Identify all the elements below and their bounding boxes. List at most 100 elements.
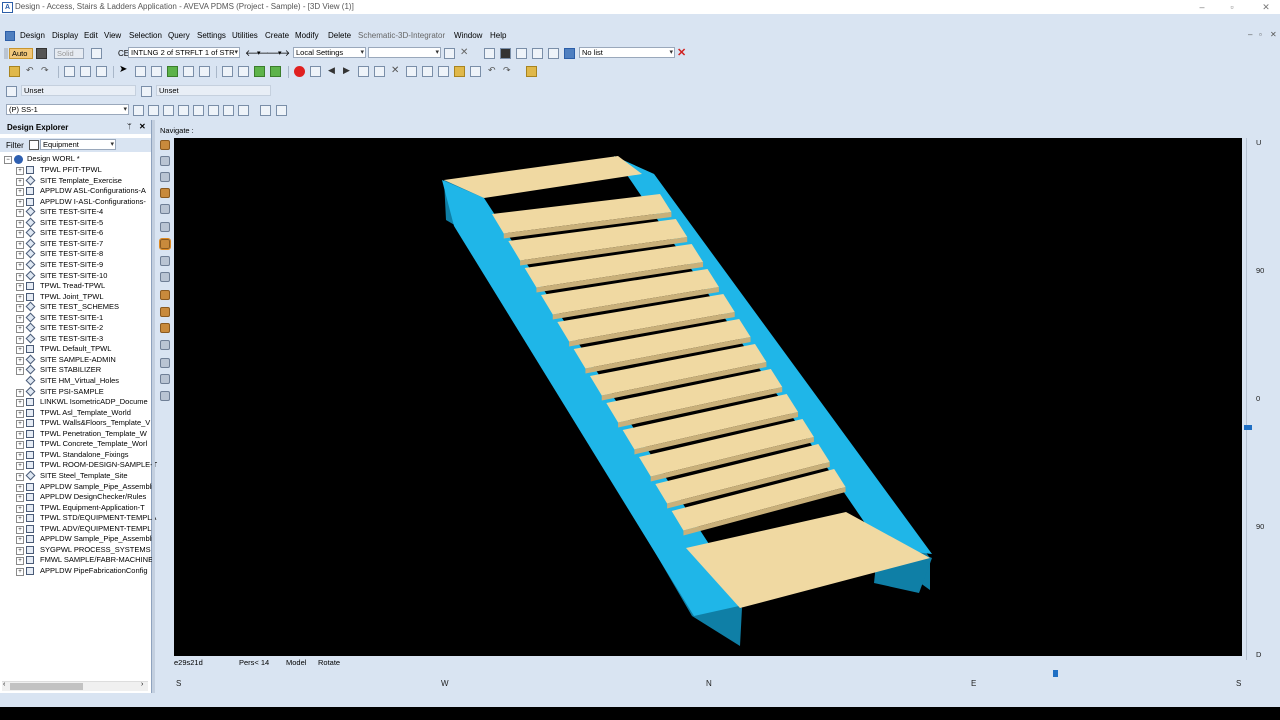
copy-icon[interactable]	[484, 48, 495, 59]
tree-item[interactable]: + TPWL STD/EQUIPMENT-TEMPLA	[0, 513, 156, 524]
expand-icon[interactable]: +	[16, 240, 24, 249]
expand-icon[interactable]: +	[16, 483, 24, 492]
steel-grating-icon[interactable]	[276, 105, 287, 116]
expand-icon[interactable]: +	[16, 209, 24, 218]
filter-select[interactable]: Equipment ▾	[40, 139, 116, 150]
grid-icon[interactable]	[64, 66, 75, 77]
panel-icon[interactable]	[470, 66, 481, 77]
window-tile-icon[interactable]	[548, 48, 559, 59]
scroll-left-icon[interactable]: ‹	[3, 681, 5, 688]
expand-icon[interactable]: +	[16, 462, 24, 471]
current-element-field[interactable]: INTLNG 2 of STRFLT 1 of STR ▾	[128, 47, 240, 58]
expand-icon[interactable]: +	[16, 504, 24, 513]
expand-icon[interactable]: +	[16, 314, 24, 323]
tree-root[interactable]: − Design WORL *	[0, 154, 151, 165]
settings-icon[interactable]	[160, 374, 170, 384]
tree-item[interactable]: SITE HM_Virtual_Holes	[0, 375, 151, 387]
list-select[interactable]: No list ▾	[579, 47, 675, 58]
pan-icon[interactable]	[160, 256, 170, 266]
tree-item[interactable]: + APPLDW DesignChecker/Rules	[0, 492, 151, 503]
document-2-icon[interactable]	[141, 86, 152, 97]
tree-item[interactable]: + TPWL Default_TPWL	[0, 344, 151, 355]
view-options-icon[interactable]	[160, 391, 170, 401]
3d-viewport[interactable]	[174, 138, 1242, 656]
tree-item[interactable]: + APPLDW Sample_Pipe_Assembli	[0, 482, 153, 493]
expand-icon[interactable]: +	[16, 441, 24, 450]
expand-icon[interactable]: +	[16, 356, 24, 365]
tree-item[interactable]: + TPWL PFIT-TPWL	[0, 165, 151, 176]
menu-window[interactable]: Window	[454, 31, 482, 40]
menu-edit[interactable]: Edit	[84, 31, 98, 40]
expand-icon[interactable]: +	[16, 188, 24, 197]
menu-settings[interactable]: Settings	[197, 31, 226, 40]
expand-icon[interactable]: +	[16, 304, 24, 313]
clear-list-icon[interactable]: ✕	[677, 46, 686, 59]
menu-utilities[interactable]: Utilities	[232, 31, 258, 40]
tree-item[interactable]: + TPWL Standalone_Fixings	[0, 450, 151, 461]
bearing-scale[interactable]: S W N E S	[174, 670, 1242, 690]
tree-item[interactable]: + SYGPWL PROCESS_SYSTEMS	[0, 545, 151, 556]
scissors-icon[interactable]	[422, 66, 433, 77]
back-dropdown-icon[interactable]: ▾	[257, 49, 261, 57]
steel-panel-icon[interactable]	[148, 105, 159, 116]
tree-item[interactable]: + SITE Template_Exercise	[0, 175, 151, 187]
element-split-icon[interactable]	[199, 66, 210, 77]
orbit-icon[interactable]	[160, 307, 170, 317]
tree-item[interactable]: + SITE TEST-SITE-1	[0, 312, 151, 324]
list-icon[interactable]	[564, 48, 575, 59]
expand-icon[interactable]: +	[16, 177, 24, 186]
document-icon[interactable]	[6, 86, 17, 97]
move-icon[interactable]	[358, 66, 369, 77]
expand-icon[interactable]: +	[16, 409, 24, 418]
tree-item[interactable]: + SITE TEST-SITE-6	[0, 227, 151, 239]
tree-item[interactable]: + LINKWL IsometricADP_Docume	[0, 397, 151, 408]
axes-icon[interactable]	[160, 358, 170, 368]
element-add-icon[interactable]	[167, 66, 178, 77]
redo-icon[interactable]: ↷	[41, 65, 49, 76]
zoom-extents-icon[interactable]	[160, 222, 170, 232]
tree-item[interactable]: + SITE TEST-SITE-5	[0, 217, 151, 229]
steel-brace-icon[interactable]	[223, 105, 234, 116]
expand-icon[interactable]: +	[16, 335, 24, 344]
expand-icon[interactable]: +	[16, 451, 24, 460]
local-settings-select[interactable]: Local Settings ▾	[293, 47, 366, 58]
menu-delete[interactable]: Delete	[328, 31, 351, 40]
unset-field-right[interactable]: Unset	[156, 85, 271, 96]
menu-schematic-3d-integrator[interactable]: Schematic-3D-Integrator	[358, 31, 445, 40]
undo-icon[interactable]: ↶	[26, 65, 34, 76]
expand-icon[interactable]: +	[16, 567, 24, 576]
tree-item[interactable]: + TPWL Equipment-Application-T	[0, 503, 151, 514]
window-cascade-icon[interactable]	[532, 48, 543, 59]
reset-view-icon[interactable]	[160, 340, 170, 350]
columns-icon[interactable]	[406, 66, 417, 77]
play-reverse-icon[interactable]: ◀	[328, 65, 335, 76]
tree-item[interactable]: + SITE SAMPLE-ADMIN	[0, 354, 151, 366]
fly-icon[interactable]	[160, 323, 170, 333]
elevation-marker[interactable]	[1244, 425, 1252, 430]
database-icon[interactable]	[91, 48, 102, 59]
expand-icon[interactable]: +	[16, 430, 24, 439]
expand-icon[interactable]: +	[16, 472, 24, 481]
unset-field-left[interactable]: Unset	[21, 85, 136, 96]
save-icon[interactable]	[500, 48, 511, 59]
expand-icon[interactable]: +	[16, 293, 24, 302]
redo-2-icon[interactable]: ↷	[503, 65, 511, 76]
tree-item[interactable]: + FMWL SAMPLE/FABR-MACHINE	[0, 555, 153, 566]
close-icon[interactable]: ✕	[139, 122, 146, 131]
steel-handrail-icon[interactable]	[193, 105, 204, 116]
expand-icon[interactable]: +	[16, 167, 24, 175]
expand-icon[interactable]: +	[16, 346, 24, 355]
expand-icon[interactable]: +	[16, 388, 24, 397]
tree-item[interactable]: + TPWL Joint_TPWL	[0, 292, 151, 303]
hierarchy-icon[interactable]	[374, 66, 385, 77]
tree-item[interactable]: + SITE TEST_SCHEMES	[0, 301, 151, 313]
view-split-icon[interactable]	[238, 66, 249, 77]
expand-icon[interactable]: +	[16, 399, 24, 408]
tree-item[interactable]: + SITE Steel_Template_Site	[0, 470, 151, 482]
tree-item[interactable]: + TPWL Concrete_Template_Worl	[0, 439, 151, 450]
expand-icon[interactable]: +	[16, 557, 24, 566]
menu-query[interactable]: Query	[168, 31, 190, 40]
steel-platform-icon[interactable]	[208, 105, 219, 116]
filter-checkbox[interactable]	[29, 140, 39, 150]
pin-icon[interactable]: ᛘ	[127, 122, 132, 131]
